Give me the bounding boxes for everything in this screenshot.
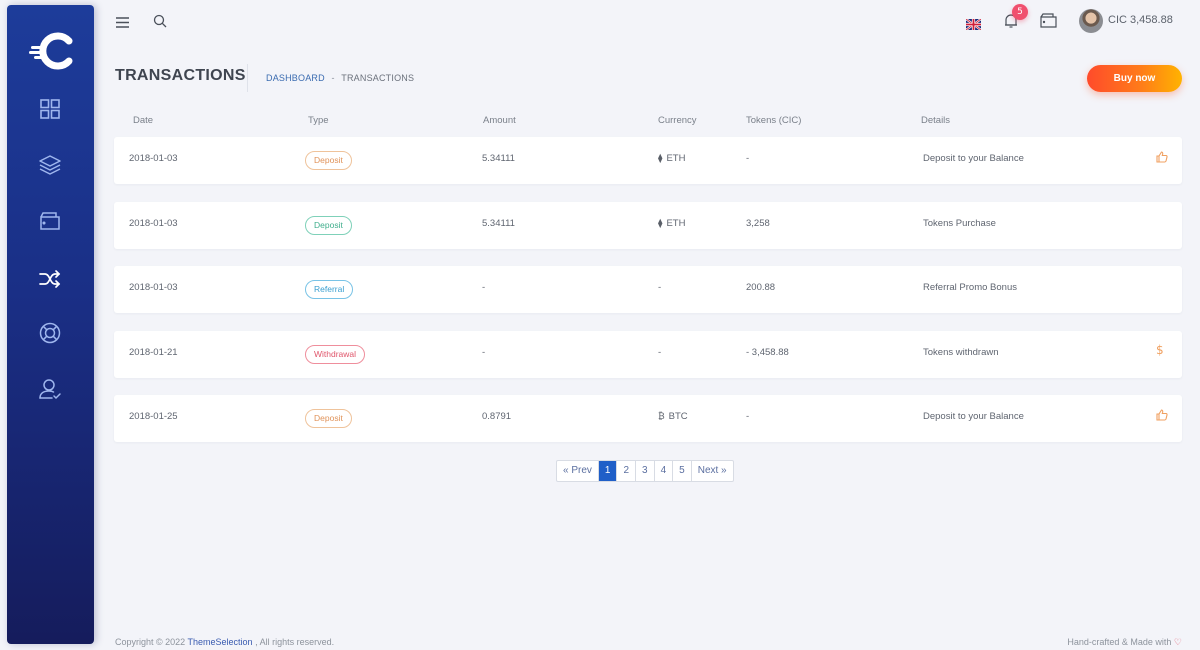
row-details: Deposit to your Balance [923, 153, 1024, 164]
language-selector[interactable] [965, 15, 982, 34]
breadcrumb: DASHBOARD - TRANSACTIONS [266, 73, 414, 83]
type-badge: Referral [305, 280, 354, 299]
row-date: 2018-01-25 [129, 411, 178, 422]
row-currency: ⧫ ETH [658, 153, 685, 164]
user-avatar[interactable] [1079, 9, 1103, 33]
sidebar [7, 5, 94, 644]
token-balance[interactable]: CIC 3,458.88 [1108, 14, 1173, 26]
row-amount: 0.8791 [482, 411, 512, 422]
sidebar-item-dashboard[interactable] [38, 97, 62, 121]
column-header-details: Details [921, 115, 951, 126]
copyright-prefix: Copyright © 2022 [115, 637, 186, 647]
eth-icon: ⧫ [658, 218, 663, 228]
row-amount: 5.34111 [482, 218, 515, 229]
wallet-icon [40, 212, 60, 230]
search-icon [153, 14, 167, 28]
row-tokens: 200.88 [746, 282, 776, 293]
row-tokens: - 3,458.88 [746, 347, 789, 358]
menu-button[interactable] [115, 14, 130, 33]
row-details: Referral Promo Bonus [923, 282, 1017, 293]
column-header-amount: Amount [483, 115, 516, 126]
row-date: 2018-01-03 [129, 218, 178, 229]
type-badge: Deposit [305, 409, 352, 428]
table-row[interactable]: 2018-01-21 Withdrawal - - - 3,458.88 Tok… [114, 331, 1182, 378]
row-tokens: - [746, 411, 750, 422]
pagination-page-3[interactable]: 3 [636, 461, 655, 481]
wallet-button[interactable] [1040, 13, 1057, 32]
row-date: 2018-01-03 [129, 282, 178, 293]
footer-credit: Hand-crafted & Made with ♡ [1067, 637, 1182, 648]
pagination-page-2[interactable]: 2 [617, 461, 637, 481]
btc-icon: ₿ [658, 411, 665, 421]
thumbs-up-icon[interactable] [1156, 151, 1170, 165]
currency-label: ETH [666, 153, 686, 164]
row-details: Deposit to your Balance [923, 411, 1024, 422]
thumbs-up-icon[interactable] [1156, 409, 1170, 423]
search-button[interactable] [153, 13, 167, 32]
title-divider [247, 64, 248, 92]
folder-wallet-icon [1040, 13, 1057, 28]
lifebuoy-icon [39, 322, 61, 344]
table-row[interactable]: 2018-01-03 Deposit 5.34111 ⧫ ETH - Deposi… [114, 137, 1182, 184]
row-date: 2018-01-21 [129, 347, 178, 358]
eth-icon: ⧫ [658, 153, 663, 163]
type-badge: Deposit [305, 151, 352, 170]
footer-copyright: Copyright © 2022 ThemeSelection , All ri… [115, 637, 334, 647]
row-currency: ⧫ ETH [658, 218, 685, 229]
breadcrumb-current: TRANSACTIONS [341, 73, 415, 83]
dollar-icon[interactable]: $ [1156, 343, 1170, 357]
column-header-currency: Currency [658, 115, 697, 126]
row-details: Tokens withdrawn [923, 347, 999, 358]
pagination-prev[interactable]: « Prev [557, 461, 599, 481]
table-row[interactable]: 2018-01-25 Deposit 0.8791 ₿ BTC - Deposit… [114, 395, 1182, 442]
layers-icon [39, 155, 61, 175]
row-amount: - [482, 282, 486, 293]
column-header-type: Type [308, 115, 329, 126]
pagination-page-1[interactable]: 1 [598, 461, 618, 481]
pagination: « Prev 1 2 3 4 5 Next » [556, 460, 734, 482]
notification-count-badge: 5 [1012, 4, 1028, 20]
row-currency: ₿ BTC [658, 411, 688, 422]
row-tokens: 3,258 [746, 218, 770, 229]
sidebar-item-support[interactable] [38, 321, 62, 345]
row-tokens: - [746, 153, 750, 164]
hamburger-icon [116, 17, 129, 28]
sidebar-item-profile[interactable] [38, 377, 62, 401]
column-header-tokens: Tokens (CIC) [746, 115, 802, 126]
user-check-icon [39, 379, 61, 400]
sidebar-item-layers[interactable] [38, 153, 62, 177]
table-row[interactable]: 2018-01-03 Referral - - 200.88 Referral … [114, 266, 1182, 313]
sidebar-item-wallet[interactable] [38, 209, 62, 233]
grid-icon [40, 99, 60, 119]
row-date: 2018-01-03 [129, 153, 178, 164]
pagination-page-5[interactable]: 5 [673, 461, 692, 481]
table-row[interactable]: 2018-01-03 Deposit 5.34111 ⧫ ETH 3,258 To… [114, 202, 1182, 249]
made-with-text: Hand-crafted & Made with [1067, 637, 1172, 647]
column-header-date: Date [133, 115, 154, 126]
row-currency: - [658, 347, 662, 358]
type-badge: Deposit [305, 216, 352, 235]
type-badge: Withdrawal [305, 345, 366, 364]
heart-icon: ♡ [1173, 637, 1182, 647]
coin-logo[interactable] [29, 31, 75, 71]
row-amount: 5.34111 [482, 153, 515, 164]
pagination-page-4[interactable]: 4 [655, 461, 674, 481]
breadcrumb-dashboard-link[interactable]: DASHBOARD [266, 73, 325, 83]
pagination-next[interactable]: Next » [692, 461, 733, 481]
currency-label: ETH [666, 218, 686, 229]
breadcrumb-separator: - [331, 73, 335, 83]
copyright-suffix: , All rights reserved. [255, 637, 335, 647]
row-amount: - [482, 347, 486, 358]
currency-label: BTC [668, 411, 688, 422]
uk-flag-icon [965, 18, 982, 31]
themeselection-link[interactable]: ThemeSelection [188, 637, 253, 647]
shuffle-icon [39, 270, 61, 288]
page-title: TRANSACTIONS [115, 67, 246, 84]
sidebar-item-transactions[interactable] [38, 267, 62, 291]
row-currency: - [658, 282, 662, 293]
row-details: Tokens Purchase [923, 218, 996, 229]
buy-now-button[interactable]: Buy now [1087, 65, 1182, 92]
